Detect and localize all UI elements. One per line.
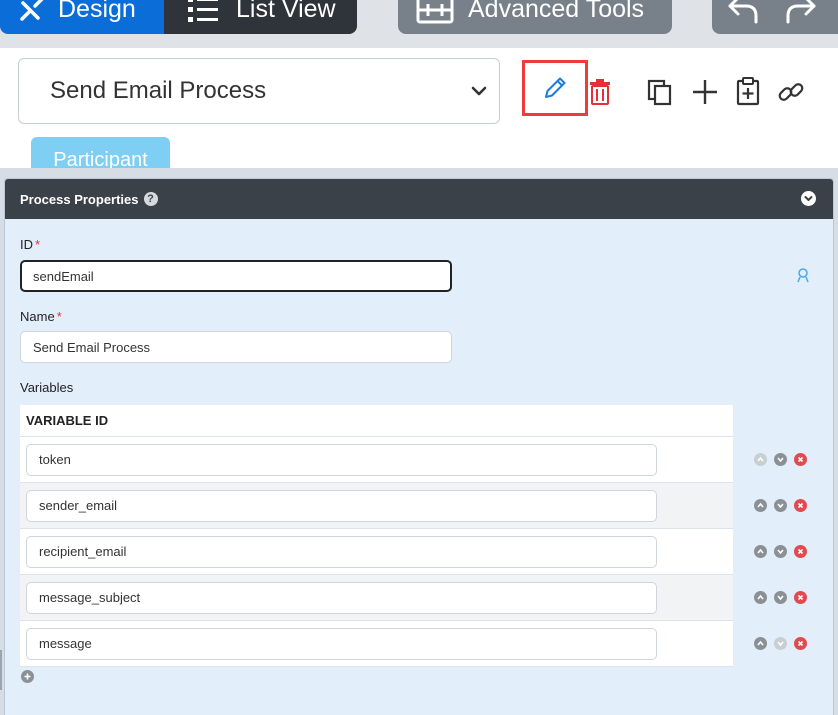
remove-icon[interactable]: [794, 545, 807, 558]
add-variable-icon[interactable]: [21, 670, 34, 683]
paste-icon: [736, 77, 760, 106]
panel-resize-handle[interactable]: [0, 650, 2, 690]
advanced-tools-label: Advanced Tools: [468, 0, 645, 23]
top-toolbar: Design List View Advanced Tools: [0, 0, 838, 48]
help-icon[interactable]: ?: [143, 192, 158, 206]
edit-process-button[interactable]: [522, 60, 588, 116]
copy-button[interactable]: [646, 78, 674, 106]
row-controls: [754, 545, 807, 558]
edit-pencil-icon: [545, 77, 566, 98]
variable-row: [20, 483, 807, 529]
variables-table: VARIABLE ID: [20, 405, 807, 667]
design-tab[interactable]: Design: [0, 0, 164, 34]
move-down-icon: [774, 637, 787, 650]
undo-icon[interactable]: [726, 0, 760, 24]
move-up-icon[interactable]: [754, 499, 767, 512]
list-view-tab-label: List View: [236, 0, 336, 23]
variable-row: [20, 437, 807, 483]
variable-input[interactable]: [26, 627, 657, 660]
advanced-tools-button[interactable]: Advanced Tools: [398, 0, 672, 34]
variable-row: [20, 575, 807, 621]
move-down-icon[interactable]: [774, 453, 787, 466]
user-badge-icon[interactable]: [795, 267, 811, 283]
chevron-down-icon: [471, 86, 487, 96]
row-controls: [754, 637, 807, 650]
name-input[interactable]: [20, 331, 452, 363]
redo-icon[interactable]: [784, 0, 818, 24]
move-up-icon[interactable]: [754, 545, 767, 558]
required-marker: *: [35, 237, 41, 252]
required-marker: *: [56, 309, 62, 324]
chevron-down-icon[interactable]: [801, 191, 816, 206]
variable-row: [20, 529, 807, 575]
list-view-tab[interactable]: List View: [164, 0, 357, 34]
remove-icon[interactable]: [794, 453, 807, 466]
move-up-icon[interactable]: [754, 637, 767, 650]
process-select[interactable]: Send Email Process: [18, 58, 500, 124]
row-controls: [754, 453, 807, 466]
copy-icon: [647, 79, 672, 106]
move-up-icon: [754, 453, 767, 466]
id-label: ID *: [20, 237, 40, 252]
list-icon: [188, 0, 218, 22]
name-label-text: Name: [20, 309, 55, 324]
row-controls: [754, 591, 807, 604]
panel-header[interactable]: Process Properties ?: [5, 179, 833, 219]
link-button[interactable]: [776, 77, 806, 107]
id-input[interactable]: [20, 260, 452, 292]
variable-input[interactable]: [26, 535, 657, 568]
process-select-value: Send Email Process: [50, 77, 267, 104]
variables-label: Variables: [20, 380, 74, 395]
advanced-tools-icon: [416, 0, 454, 24]
process-properties-panel: Process Properties ? ID* Name* Variables: [4, 178, 834, 715]
remove-icon[interactable]: [794, 637, 807, 650]
panel-title: Process Properties: [20, 191, 139, 207]
move-down-icon[interactable]: [774, 545, 787, 558]
name-label: Name *: [20, 309, 62, 324]
remove-icon[interactable]: [794, 591, 807, 604]
variable-row: [20, 621, 807, 667]
undo-redo-group: [712, 0, 838, 34]
variable-input[interactable]: [26, 489, 657, 522]
process-designer: Design List View Advanced Tools Send Ema…: [0, 0, 838, 715]
row-controls: [754, 499, 807, 512]
move-up-icon[interactable]: [754, 591, 767, 604]
id-label-text: ID: [20, 237, 33, 252]
variables-column-header: VARIABLE ID: [20, 405, 733, 437]
move-down-icon[interactable]: [774, 499, 787, 512]
trash-icon: [590, 79, 610, 105]
properties-panel-area: Process Properties ? ID* Name* Variables: [0, 168, 838, 715]
delete-process-button[interactable]: [588, 78, 612, 106]
variable-input[interactable]: [26, 443, 657, 476]
variable-input[interactable]: [26, 581, 657, 614]
design-icon: [20, 0, 44, 21]
design-tab-label: Design: [58, 0, 136, 23]
paste-button[interactable]: [734, 76, 762, 106]
link-icon: [778, 83, 804, 101]
plus-icon: [693, 80, 717, 104]
add-button[interactable]: [690, 77, 720, 107]
move-down-icon[interactable]: [774, 591, 787, 604]
remove-icon[interactable]: [794, 499, 807, 512]
